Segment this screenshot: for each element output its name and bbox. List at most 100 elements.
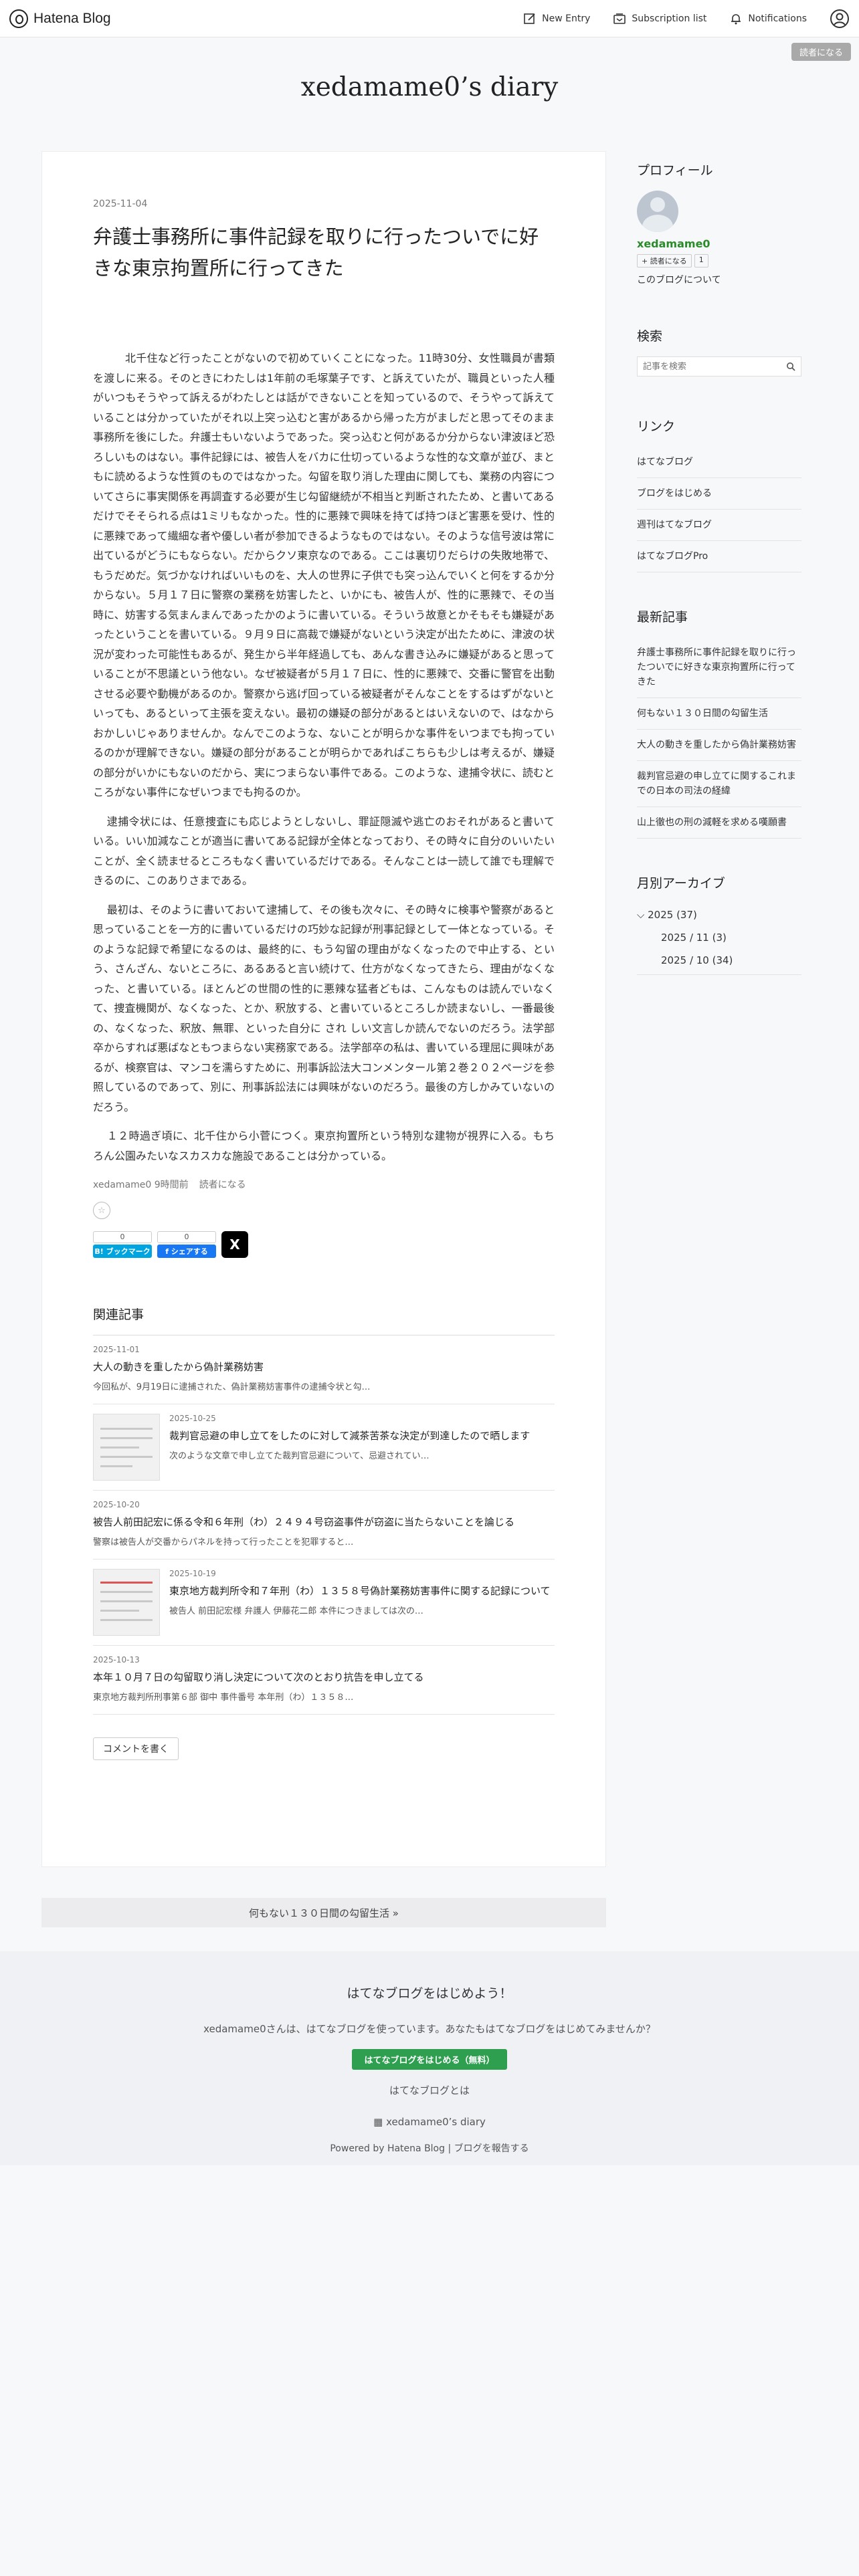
archive-year-label[interactable]: 2025 (37) — [648, 909, 697, 921]
sidebar: プロフィール xedamame0 + 読者になる 1 このブログについて 検索 … — [637, 160, 801, 975]
related-snippet: 次のような文章で申し立てた裁判官忌避について、忌避されてい… — [169, 1451, 430, 1461]
related-snippet: 被告人 前田記宏様 弁護人 伊藤花二郎 本件につきましては次の… — [169, 1606, 423, 1616]
profile-username[interactable]: xedamame0 — [637, 237, 801, 250]
related-item[interactable]: 2025-10-13 本年１０月７日の勾留取り消し決定について次のとおり抗告を申… — [93, 1646, 555, 1715]
share-buttons: 0 B! ブックマーク 0 f シェアする X — [93, 1231, 555, 1258]
sidebar-link[interactable]: はてなブログ — [637, 447, 801, 478]
article-title[interactable]: 弁護士事務所に事件記録を取りに行ったついでに好きな東京拘置所に行ってきた — [93, 221, 555, 284]
related-title: 関連記事 — [93, 1305, 555, 1335]
blog-icon: ▦ — [373, 2116, 387, 2128]
facebook-label: f シェアする — [157, 1245, 216, 1258]
article-paragraph: 最初は、そのように書いておいて逮捕して、その後も次々に、その時々に検事や警察があ… — [93, 903, 555, 1113]
chevron-down-icon[interactable]: ⌵ — [637, 909, 648, 921]
meta-time[interactable]: 9時間前 — [155, 1180, 189, 1190]
facebook-share-button[interactable]: 0 f シェアする — [157, 1231, 216, 1258]
profile-heading: プロフィール — [637, 163, 713, 178]
notifications-button[interactable]: Notifications — [729, 12, 807, 25]
article-card: 2025-11-04 弁護士事務所に事件記録を取りに行ったついでに好きな東京拘置… — [41, 151, 606, 1867]
reader-count: 1 — [694, 254, 708, 267]
related-item[interactable]: 2025-11-01 大人の動きを重したから偽計業務妨害 今回私が、9月19日に… — [93, 1335, 555, 1404]
related-snippet: 今回私が、9月19日に逮捕された、偽計業務妨害事件の逮捕令状と勾… — [93, 1382, 371, 1392]
new-entry-label: New Entry — [542, 13, 591, 24]
article-inner: 2025-11-04 弁護士事務所に事件記録を取りに行ったついでに好きな東京拘置… — [93, 199, 555, 1760]
notifications-label: Notifications — [748, 13, 807, 24]
footer-diary-label[interactable]: xedamame0’s diary — [386, 2116, 486, 2128]
related-snippet: 東京地方裁判所刑事第６部 御中 事件番号 本年刑（わ）１３５８… — [93, 1693, 354, 1703]
hatena-blog-logo[interactable]: Hatena Blog — [9, 9, 111, 28]
add-star-icon[interactable]: ☆ — [93, 1202, 110, 1219]
recent-post-link[interactable]: 弁護士事務所に事件記録を取りに行ったついでに好きな東京拘置所に行ってきた — [637, 637, 801, 698]
hatena-bookmark-button[interactable]: 0 B! ブックマーク — [93, 1231, 152, 1258]
recent-post-link[interactable]: 大人の動きを重したから偽計業務妨害 — [637, 730, 801, 761]
avatar[interactable] — [637, 191, 678, 232]
related-item[interactable]: 2025-10-19 東京地方裁判所令和７年刑（わ）１３５８号偽計業務妨害事件に… — [93, 1560, 555, 1646]
recent-posts-list: 弁護士事務所に事件記録を取りに行ったついでに好きな東京拘置所に行ってきた 何もな… — [637, 637, 801, 839]
search-box — [637, 356, 801, 377]
meta-reader-link[interactable]: 読者になる — [199, 1178, 246, 1191]
related-title-link[interactable]: 東京地方裁判所令和７年刑（わ）１３５８号偽計業務妨害事件に関する記録について — [169, 1584, 551, 1598]
article-date[interactable]: 2025-11-04 — [93, 199, 555, 209]
footer-diary-link[interactable]: ▦ xedamame0’s diary — [0, 2116, 859, 2128]
meta-author[interactable]: xedamame0 — [93, 1180, 151, 1190]
facebook-count: 0 — [157, 1231, 216, 1243]
related-title-link[interactable]: 被告人前田記宏に係る令和６年刑（わ）２４９４号窃盗事件が窃盗に当たらないことを論… — [93, 1515, 555, 1529]
x-share-icon[interactable]: X — [221, 1231, 248, 1258]
search-icon[interactable] — [786, 362, 795, 371]
recent-post-link[interactable]: 裁判官忌避の申し立てに関するこれまでの日本の司法の経緯 — [637, 761, 801, 807]
bookmark-count: 0 — [93, 1231, 152, 1243]
new-entry-button[interactable]: New Entry — [523, 12, 590, 25]
sidebar-link[interactable]: 週刊はてなブログ — [637, 510, 801, 541]
related-date: 2025-10-13 — [93, 1655, 140, 1665]
footer-message: xedamame0さんは、はてなブログを使っています。あなたもはてなブログをはじ… — [203, 2023, 656, 2035]
top-navbar: Hatena Blog New Entry Subscription list … — [0, 0, 859, 37]
related-item[interactable]: 2025-10-25 裁判官忌避の申し立てをしたのに対して減茶苦茶な決定が到達し… — [93, 1404, 555, 1491]
related-title-link[interactable]: 本年１０月７日の勾留取り消し決定について次のとおり抗告を申し立てる — [93, 1670, 555, 1685]
related-date: 2025-10-19 — [169, 1569, 216, 1578]
hatena-logo-icon — [9, 9, 28, 28]
recent-post-link[interactable]: 何もない１３０日間の勾留生活 — [637, 698, 801, 730]
search-input[interactable] — [643, 361, 786, 372]
links-list: はてなブログ ブログをはじめる 週刊はてなブログ はてなブログPro — [637, 447, 801, 572]
edit-icon — [524, 13, 535, 24]
recent-post-link[interactable]: 山上徹也の刑の減軽を求める嘆願書 — [637, 807, 801, 839]
related-date: 2025-10-25 — [169, 1414, 216, 1423]
related-title-link[interactable]: 裁判官忌避の申し立てをしたのに対して減茶苦茶な決定が到達したので晒します — [169, 1428, 530, 1443]
subscription-label: Subscription list — [632, 13, 707, 24]
archive-month[interactable]: 2025 / 10 (34) — [637, 949, 801, 972]
sidebar-link[interactable]: はてなブログPro — [637, 541, 801, 572]
meta-author-time[interactable]: xedamame0 9時間前 — [93, 1178, 189, 1191]
top-actions: New Entry Subscription list Notification… — [523, 9, 850, 29]
related-snippet: 警察は被告人が交番からパネルを持って行ったことを犯罪すると… — [93, 1537, 354, 1547]
powered-by[interactable]: Powered by Hatena Blog | ブログを報告する — [0, 2141, 859, 2155]
reader-badge-row: + 読者になる 1 — [637, 254, 801, 267]
about-hatena-blog-link[interactable]: はてなブログとは — [0, 2083, 859, 2097]
links-heading: リンク — [637, 419, 676, 434]
recent-heading: 最新記事 — [637, 610, 688, 625]
start-blog-button[interactable]: はてなブログをはじめる（無料） — [352, 2049, 507, 2070]
write-comment-button[interactable]: コメントを書く — [93, 1737, 179, 1760]
article-paragraph: 北千住など行ったことがないので初めていくことになった。11時30分、女性職員が書… — [93, 352, 555, 798]
related-title-link[interactable]: 大人の動きを重したから偽計業務妨害 — [93, 1360, 555, 1374]
subscribe-reader-button[interactable]: 読者になる — [791, 43, 851, 61]
article-body: 北千住など行ったことがないので初めていくことになった。11時30分、女性職員が書… — [93, 348, 555, 1166]
subscription-list-button[interactable]: Subscription list — [613, 12, 706, 25]
brand-name: Hatena Blog — [33, 10, 111, 26]
archive-year[interactable]: ⌵ 2025 (37) — [637, 903, 801, 926]
blog-title[interactable]: xedamame0’s diary — [0, 72, 859, 102]
user-account-icon[interactable] — [830, 9, 850, 29]
related-item[interactable]: 2025-10-20 被告人前田記宏に係る令和６年刑（わ）２４９４号窃盗事件が窃… — [93, 1491, 555, 1560]
article-paragraph: 逮捕令状には、任意捜査にも応じようとしないし、罪証隠滅や逃亡のおそれがあると書い… — [93, 815, 555, 887]
sidebar-link[interactable]: ブログをはじめる — [637, 478, 801, 510]
related-thumbnail[interactable] — [93, 1414, 160, 1481]
footer-title: はてなブログをはじめよう！ — [347, 1986, 512, 2001]
footer: はてなブログをはじめよう！ xedamame0さんは、はてなブログを使っています… — [0, 1951, 859, 2165]
related-date: 2025-11-01 — [93, 1345, 140, 1354]
archive-divider — [637, 974, 801, 975]
next-post-pager[interactable]: 何もない１３０日間の勾留生活 » — [41, 1898, 606, 1927]
subscribe-badge[interactable]: + 読者になる — [637, 254, 692, 267]
subscription-icon — [613, 13, 626, 24]
about-blog-link[interactable]: このブログについて — [637, 273, 801, 286]
related-thumbnail[interactable] — [93, 1569, 160, 1636]
bell-icon — [731, 13, 741, 24]
archive-month[interactable]: 2025 / 11 (3) — [637, 926, 801, 949]
